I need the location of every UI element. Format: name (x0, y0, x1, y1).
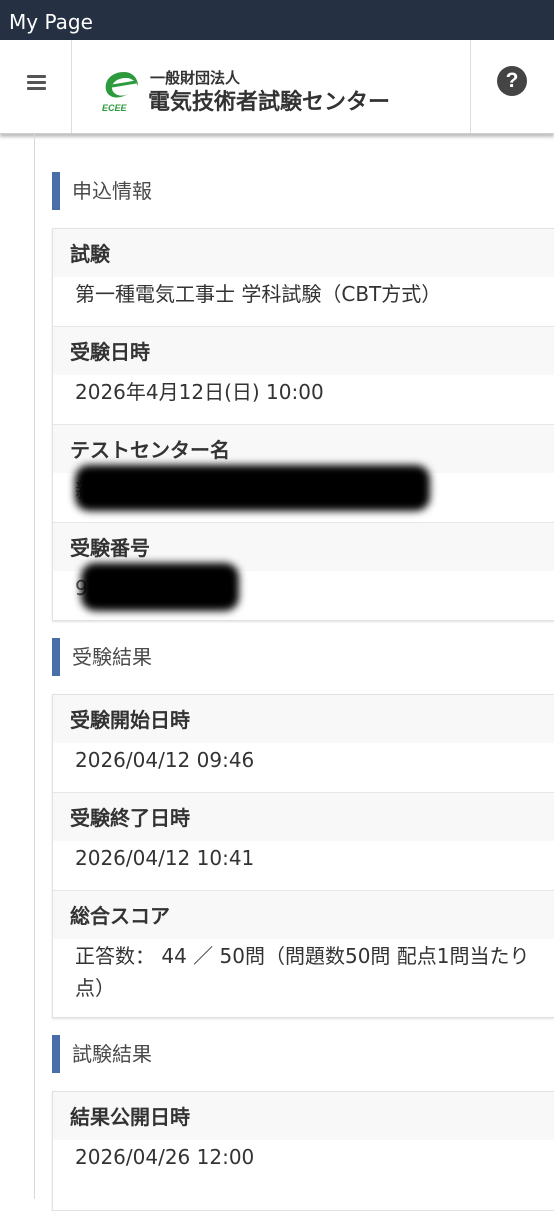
row-value: 2026/04/12 09:46 (75, 748, 255, 772)
row-value: 2026年4月12日(日) 10:00 (75, 380, 324, 404)
row-value: 2026/04/12 10:41 (75, 846, 255, 870)
exam-result-card: 受験開始日時 2026/04/12 09:46 受験終了日時 2026/04/1… (52, 694, 554, 1018)
question-circle-icon: ? (497, 66, 527, 96)
row-value: 正答数： 44 ／ 50問（問題数50問 配点1問当たり点） (75, 944, 530, 1000)
redaction-mark (75, 465, 430, 511)
redaction-mark (81, 563, 239, 611)
application-info-card: 試験 第一種電気工事士 学科試験（CBT方式） 受験日時 2026年4月12日(… (52, 228, 554, 621)
info-row-end-time: 受験終了日時 2026/04/12 10:41 (53, 793, 554, 891)
row-label: 総合スコア (53, 891, 554, 939)
row-label: 試験 (53, 229, 554, 277)
row-label: 受験終了日時 (53, 793, 554, 841)
row-label: 受験開始日時 (53, 695, 554, 743)
content-border (34, 134, 35, 1199)
window-title: My Page (0, 0, 554, 40)
info-row-test-center: テストセンター名 新宿駅前テストセンター(新宿西口) (53, 425, 554, 523)
site-logo[interactable]: ECEE 一般財団法人 電気技術者試験センター (98, 66, 408, 116)
info-row-exam: 試験 第一種電気工事士 学科試験（CBT方式） (53, 229, 554, 327)
row-label: 受験日時 (53, 327, 554, 375)
logo-mark-text: ECEE (102, 103, 128, 113)
info-row-exam-datetime: 受験日時 2026年4月12日(日) 10:00 (53, 327, 554, 425)
row-label: 結果公開日時 (53, 1092, 554, 1140)
info-row-exam-number: 受験番号 94■■■■■■■ (53, 523, 554, 620)
ecee-logo-icon: ECEE (102, 72, 138, 113)
help-button[interactable]: ? (470, 40, 554, 133)
menu-button[interactable] (0, 40, 72, 133)
info-row-total-score: 総合スコア 正答数： 44 ／ 50問（問題数50問 配点1問当たり点） (53, 891, 554, 1017)
row-value: 2026/04/26 12:00 (75, 1145, 255, 1169)
section-title-test-result: 試験結果 (52, 1035, 152, 1073)
section-title-application: 申込情報 (52, 172, 152, 210)
test-result-card: 結果公開日時 2026/04/26 12:00 (52, 1091, 554, 1211)
logo-org-name: 電気技術者試験センター (148, 90, 391, 115)
section-title-exam-result: 受験結果 (52, 638, 152, 676)
info-row-start-time: 受験開始日時 2026/04/12 09:46 (53, 695, 554, 793)
site-header: ECEE 一般財団法人 電気技術者試験センター ? (0, 40, 554, 134)
row-value: 第一種電気工事士 学科試験（CBT方式） (75, 282, 442, 306)
info-row-publish-time: 結果公開日時 2026/04/26 12:00 (53, 1092, 554, 1190)
